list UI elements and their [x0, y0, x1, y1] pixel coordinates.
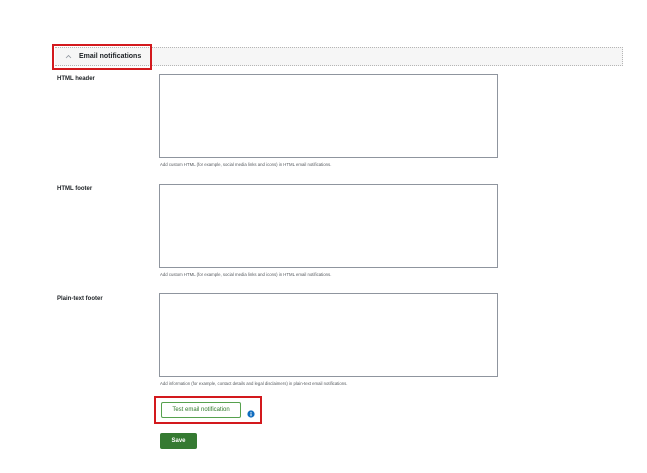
section-title: Email notifications: [79, 53, 142, 60]
html-footer-textarea[interactable]: [159, 184, 498, 268]
plain-text-footer-help: Add information (for example, contact de…: [160, 381, 348, 386]
html-footer-help: Add custom HTML (for example, social med…: [160, 272, 332, 277]
info-icon[interactable]: [247, 405, 255, 418]
plain-text-footer-textarea[interactable]: [159, 293, 498, 377]
html-footer-label: HTML footer: [57, 186, 93, 192]
html-header-help: Add custom HTML (for example, social med…: [160, 162, 332, 167]
save-button[interactable]: Save: [160, 433, 197, 449]
html-header-textarea[interactable]: [159, 74, 498, 158]
test-email-notification-button[interactable]: Test email notification: [161, 402, 241, 418]
section-header: Email notifications: [55, 47, 623, 66]
email-notifications-toggle[interactable]: Email notifications: [55, 48, 147, 65]
chevron-up-icon: [65, 53, 72, 60]
plain-text-footer-label: Plain-text footer: [57, 296, 103, 302]
html-header-label: HTML header: [57, 76, 95, 82]
